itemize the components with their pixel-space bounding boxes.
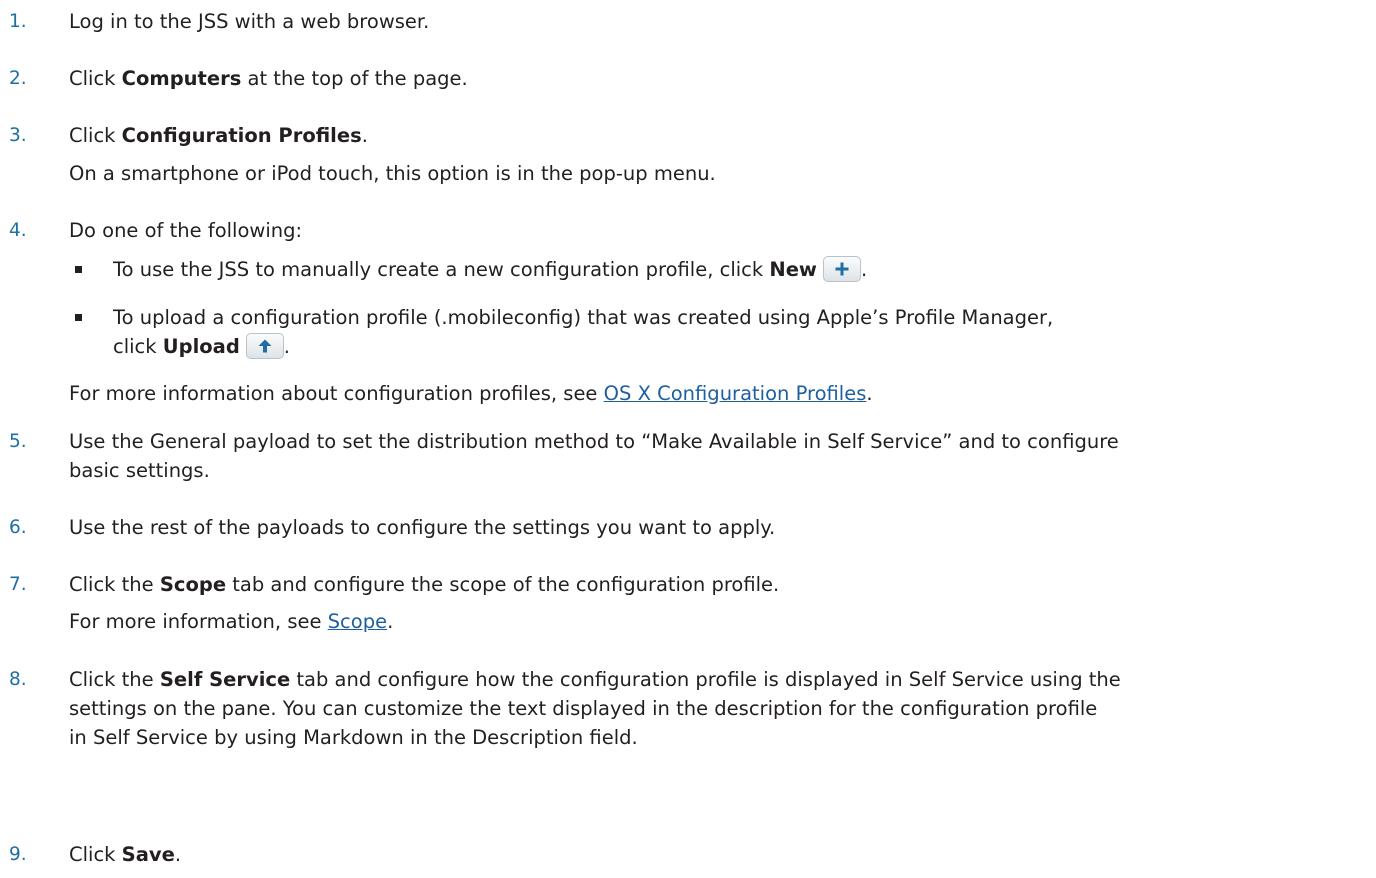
step-text: Do one of the following: xyxy=(69,219,303,242)
step-text: Click the Scope tab and configure the sc… xyxy=(69,570,779,599)
step-number: 8. xyxy=(9,669,27,690)
bullet-text: click xyxy=(113,335,163,358)
step-text: Click the Self Service tab and configure… xyxy=(69,665,1121,694)
step-number: 6. xyxy=(9,517,27,538)
step-text: Click Save. xyxy=(69,840,181,869)
step-text-plain: For more information, see xyxy=(69,610,328,633)
ui-term-new: New xyxy=(769,258,817,281)
ui-term-configuration-profiles: Configuration Profiles xyxy=(121,124,362,147)
bullet-marker xyxy=(75,266,82,273)
step-text-plain: Click the xyxy=(69,668,160,691)
ui-term-self-service: Self Service xyxy=(159,668,291,691)
step-text-plain: . xyxy=(174,843,182,866)
step-number: 5. xyxy=(9,431,27,452)
step-text-plain: Click the xyxy=(69,573,160,596)
step-text-plain: . xyxy=(866,382,873,405)
step-text: Click Computers at the top of the page. xyxy=(69,64,468,93)
ui-term-upload: Upload xyxy=(162,335,240,358)
step-text-plain: tab and configure the scope of the confi… xyxy=(226,573,780,596)
new-button[interactable] xyxy=(822,256,861,282)
bullet-item-new: To use the JSS to manually create a new … xyxy=(113,255,867,284)
link-os-x-configuration-profiles[interactable]: OS X Configuration Profiles xyxy=(604,382,867,405)
step-text-plain: Click xyxy=(69,124,122,147)
ui-term-computers: Computers xyxy=(121,67,242,90)
step-text: in Self Service by using Markdown in the… xyxy=(69,726,638,749)
step-text-plain: . xyxy=(387,610,394,633)
step-text: Use the General payload to set the distr… xyxy=(69,430,1119,453)
upload-button[interactable] xyxy=(245,333,284,359)
step-number: 3. xyxy=(9,125,27,146)
step-note: For more information about configuration… xyxy=(69,379,873,408)
ui-term-scope: Scope xyxy=(159,573,227,596)
bullet-marker xyxy=(75,314,82,321)
step-note: On a smartphone or iPod touch, this opti… xyxy=(69,162,716,185)
step-text: basic settings. xyxy=(69,459,210,482)
step-number: 4. xyxy=(9,220,27,241)
step-text: settings on the pane. You can customize … xyxy=(69,697,1098,720)
step-text-plain: . xyxy=(361,124,368,147)
step-number: 2. xyxy=(9,68,27,89)
step-text-plain: Click xyxy=(69,67,122,90)
step-text: Use the rest of the payloads to configur… xyxy=(69,516,776,539)
upload-arrow-icon xyxy=(258,339,272,353)
step-text-plain: Click xyxy=(69,843,122,866)
plus-icon xyxy=(835,262,849,276)
step-note: For more information, see Scope. xyxy=(69,607,393,636)
step-number: 9. xyxy=(9,844,27,865)
step-number: 7. xyxy=(9,574,27,595)
step-number: 1. xyxy=(9,11,27,32)
bullet-text: . xyxy=(860,258,868,281)
bullet-text: To use the JSS to manually create a new … xyxy=(113,258,770,281)
step-text-plain: For more information about configuration… xyxy=(69,382,604,405)
step-text-plain: at the top of the page. xyxy=(241,67,468,90)
step-text: Click Configuration Profiles. xyxy=(69,121,368,150)
step-text-plain: Log in to the JSS with a web browser. xyxy=(69,10,430,33)
bullet-item-upload-line1: To upload a configuration profile (.mobi… xyxy=(113,306,1054,329)
bullet-item-upload: click Upload. xyxy=(113,332,290,361)
link-scope[interactable]: Scope xyxy=(328,610,387,633)
bullet-text: . xyxy=(283,335,290,358)
step-text-plain: tab and configure how the configuration … xyxy=(290,668,1121,691)
step-text: Log in to the JSS with a web browser. xyxy=(69,7,429,36)
ui-term-save: Save xyxy=(121,843,175,866)
